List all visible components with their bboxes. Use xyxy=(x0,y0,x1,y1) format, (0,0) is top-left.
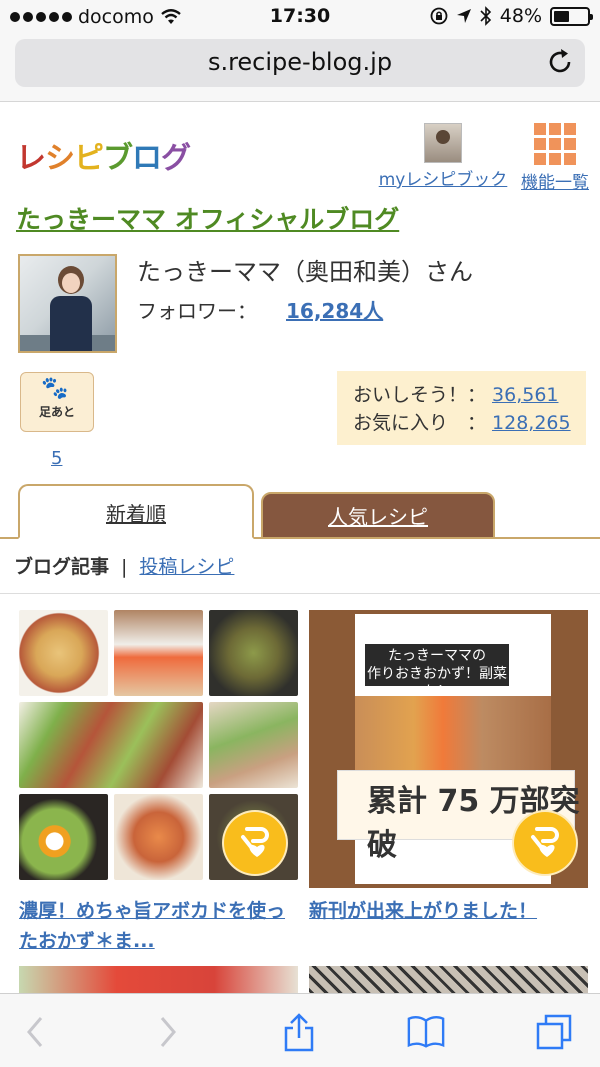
favorite-label: お気に入り ： xyxy=(353,412,487,434)
tabs-button[interactable] xyxy=(534,1012,574,1052)
paw-print-icon: 🐾 xyxy=(41,376,73,401)
footprint-count[interactable]: 5 xyxy=(51,448,62,469)
blog-title[interactable]: たっきーママ オフィシャルブログ xyxy=(16,200,399,236)
site-logo[interactable]: レシピブログ xyxy=(16,133,191,177)
grid-menu-icon[interactable] xyxy=(534,123,576,165)
favorite-value[interactable]: 128,265 xyxy=(492,409,571,437)
web-page: レシピブログ myレシピブック 機能一覧 たっきーママ オフィシャルブログ たっ… xyxy=(0,103,600,993)
follower-label: フォロワー： xyxy=(137,299,257,323)
tab-bar: 新着順 人気レシピ xyxy=(0,484,600,539)
battery-icon xyxy=(550,6,593,26)
follower-count[interactable]: 16,284人 xyxy=(286,295,383,324)
article-thumbnail[interactable] xyxy=(19,610,298,888)
bookmarks-button[interactable] xyxy=(406,1012,446,1052)
forward-button[interactable] xyxy=(148,1012,188,1052)
author-avatar[interactable] xyxy=(18,254,117,353)
next-article-thumbnail[interactable] xyxy=(19,966,298,993)
sub-navigation: ブログ記事 | 投稿レシピ xyxy=(14,552,234,579)
tab-newest[interactable]: 新着順 xyxy=(18,484,254,539)
browser-toolbar xyxy=(0,993,600,1067)
my-recipe-book-link[interactable]: myレシピブック xyxy=(368,123,518,190)
article-title[interactable]: 濃厚！めちゃ旨アボカドを使ったおかず＊ま... xyxy=(19,896,298,956)
menu-link[interactable]: 機能一覧 xyxy=(514,123,596,193)
chevron-left-icon xyxy=(27,1017,43,1047)
article-title[interactable]: 新刊が出来上がりました！ xyxy=(309,896,588,926)
book-cover-title: たっきーママの作りおきおかず！副菜も！全部レンジで朝すぐ！弁当 xyxy=(365,644,509,736)
subnav-separator: | xyxy=(121,556,128,578)
my-recipe-book-label[interactable]: myレシピブック xyxy=(379,170,508,190)
article-thumbnail[interactable]: たっきーママの作りおきおかず！副菜も！全部レンジで朝すぐ！弁当 累計 75 万部… xyxy=(309,610,588,888)
footprint-label: 足あと xyxy=(38,405,75,419)
status-right: 48% xyxy=(430,5,593,27)
book-icon xyxy=(407,1015,445,1048)
share-button[interactable] xyxy=(279,1012,319,1052)
oishisou-label: おいしそう！： xyxy=(353,384,487,406)
divider xyxy=(0,593,600,594)
logo-letter[interactable]: ロ xyxy=(132,133,162,177)
address-bar: s.recipe-blog.jp xyxy=(0,34,600,102)
back-button[interactable] xyxy=(15,1012,55,1052)
menu-label[interactable]: 機能一覧 xyxy=(521,173,589,193)
battery-percent: 48% xyxy=(499,5,542,27)
tab-popular-recipes[interactable]: 人気レシピ xyxy=(261,492,495,539)
chevron-right-icon xyxy=(160,1017,176,1047)
tabs-icon xyxy=(536,1014,572,1050)
reload-icon[interactable] xyxy=(545,47,575,77)
url-text[interactable]: s.recipe-blog.jp xyxy=(15,48,585,76)
bluetooth-icon xyxy=(480,6,491,26)
my-recipe-book-thumbnail[interactable] xyxy=(424,123,462,163)
article-card[interactable]: たっきーママの作りおきおかず！副菜も！全部レンジで朝すぐ！弁当 累計 75 万部… xyxy=(309,610,588,926)
subnav-blog-posts: ブログ記事 xyxy=(14,556,110,578)
logo-letter[interactable]: シ xyxy=(45,133,75,177)
footprint-button[interactable]: 🐾 足あと xyxy=(20,372,94,432)
subnav-posted-recipes[interactable]: 投稿レシピ xyxy=(139,556,234,578)
logo-letter[interactable]: ブ xyxy=(103,133,133,177)
author-name: たっきーママ（奥田和美）さん xyxy=(137,258,473,286)
logo-letter[interactable]: レ xyxy=(16,133,46,177)
article-card[interactable]: 濃厚！めちゃ旨アボカドを使ったおかず＊ま... xyxy=(19,610,298,956)
status-bar: docomo 17:30 48% xyxy=(0,0,600,34)
share-icon xyxy=(284,1013,314,1052)
location-icon xyxy=(456,9,471,23)
stats-box: おいしそう！： 36,561 お気に入り ： 128,265 xyxy=(337,371,586,445)
oishisou-value[interactable]: 36,561 xyxy=(492,381,558,409)
add-favorite-icon[interactable] xyxy=(222,810,288,876)
orientation-lock-icon xyxy=(430,7,448,25)
logo-letter[interactable]: グ xyxy=(161,133,191,177)
url-field[interactable]: s.recipe-blog.jp xyxy=(15,39,585,87)
add-favorite-icon[interactable] xyxy=(512,810,578,876)
battery-fill xyxy=(554,10,570,22)
logo-letter[interactable]: ピ xyxy=(74,133,104,177)
book-band-line: たっきーママの xyxy=(388,648,486,664)
next-article-thumbnail[interactable] xyxy=(309,966,588,993)
